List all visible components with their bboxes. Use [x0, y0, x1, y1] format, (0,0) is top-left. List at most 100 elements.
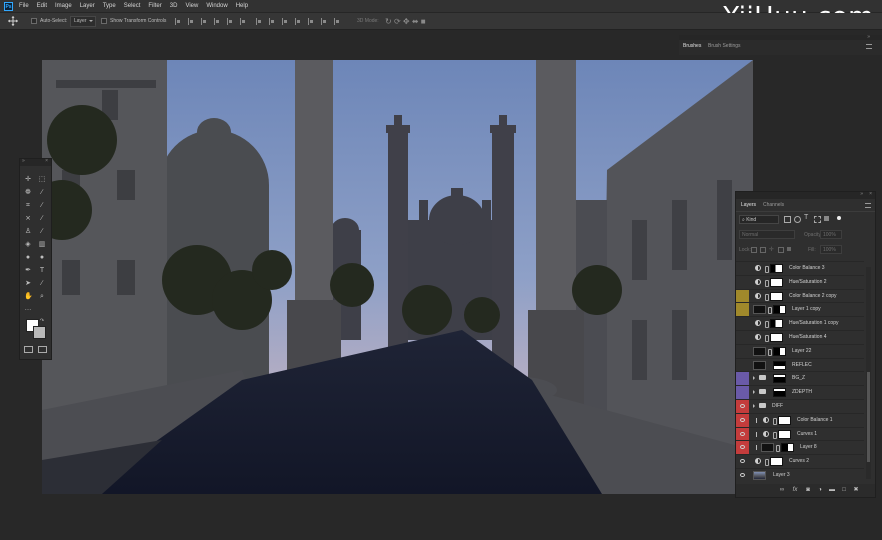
more-tools-icon[interactable]: …	[24, 305, 32, 313]
gradient-tool-icon[interactable]: ▥	[38, 241, 46, 249]
align-middle-icon[interactable]	[188, 17, 195, 25]
layer-name[interactable]: Hue/Saturation 4	[789, 334, 827, 340]
align-bottom-icon[interactable]	[201, 17, 208, 25]
layers-scrollbar-thumb[interactable]	[867, 372, 870, 462]
panel-menu-icon[interactable]	[866, 44, 872, 49]
lock-all-icon[interactable]	[787, 247, 791, 251]
layer-row[interactable]: Curves 2	[736, 454, 864, 468]
layer-mask-thumbnail[interactable]	[781, 443, 794, 453]
move-tool-icon[interactable]: ✛	[24, 176, 32, 184]
filter-shape-icon[interactable]	[814, 216, 821, 223]
menu-filter[interactable]: Filter	[148, 3, 161, 9]
visibility-eye-icon[interactable]	[740, 473, 745, 477]
layer-mask-thumbnail[interactable]	[778, 429, 791, 439]
layer-row[interactable]: Layer 1 copy	[736, 302, 864, 317]
visibility-toggle[interactable]	[739, 264, 747, 273]
screen-mode-icon[interactable]	[38, 346, 47, 353]
link-icon[interactable]	[765, 321, 769, 329]
trash-icon[interactable]: ✖	[853, 487, 859, 493]
layer-name[interactable]: ZDEPTH	[792, 389, 812, 395]
layer-mask-thumbnail[interactable]	[770, 264, 783, 273]
auto-select-checkbox[interactable]	[31, 18, 37, 24]
tab-brushes[interactable]: Brushes	[683, 43, 701, 49]
adjustment-layer-icon[interactable]	[755, 278, 761, 285]
new-layer-icon[interactable]: □	[841, 487, 847, 493]
layer-thumbnail[interactable]	[761, 443, 774, 453]
link-icon[interactable]	[768, 348, 772, 356]
layer-thumbnail[interactable]	[753, 305, 766, 315]
adjustment-layer-icon[interactable]	[755, 334, 761, 340]
layer-mask-thumbnail[interactable]	[770, 457, 783, 467]
visibility-eye-icon[interactable]	[740, 417, 745, 422]
background-color-swatch[interactable]	[33, 326, 46, 339]
marquee-tool-icon[interactable]: ⬚	[38, 176, 46, 184]
blur-tool-icon[interactable]: ●	[24, 254, 32, 262]
menu-window[interactable]: Window	[206, 3, 227, 9]
visibility-eye-icon[interactable]	[740, 431, 745, 436]
eyedropper-tool-icon[interactable]: ∕	[38, 202, 46, 210]
lock-pixels-icon[interactable]	[760, 247, 766, 253]
visibility-toggle[interactable]	[739, 278, 747, 287]
hand-tool-icon[interactable]: ✋	[24, 293, 33, 301]
layer-row[interactable]: BG_Z	[736, 371, 864, 386]
link-icon[interactable]: ∞	[779, 487, 785, 493]
link-icon[interactable]	[768, 307, 772, 315]
tools-panel-header[interactable]: » ×	[20, 158, 51, 166]
clone-stamp-tool-icon[interactable]: ♙	[24, 228, 32, 236]
layer-mask-thumbnail[interactable]	[770, 333, 783, 342]
layer-row[interactable]: Color Balance 2 copy	[736, 288, 864, 303]
distribute-left-icon[interactable]	[295, 17, 302, 25]
link-icon[interactable]	[773, 431, 777, 439]
history-brush-tool-icon[interactable]: ∕	[38, 228, 46, 236]
link-icon[interactable]	[776, 445, 780, 453]
visibility-eye-icon[interactable]	[740, 459, 745, 464]
adjustment-layer-icon[interactable]	[755, 292, 761, 299]
link-icon[interactable]	[773, 417, 777, 425]
link-icon[interactable]	[765, 459, 769, 467]
expand-arrow-icon[interactable]	[753, 376, 757, 381]
collapse-arrows-icon[interactable]: »	[860, 191, 863, 197]
layer-filter-dropdown[interactable]: ⌕ Kind	[739, 215, 779, 224]
layer-name[interactable]: Curves 1	[797, 431, 817, 437]
layer-row[interactable]: Color Balance 1	[736, 412, 864, 427]
layers-panel-header[interactable]: » ×	[736, 191, 875, 199]
blend-mode-dropdown[interactable]: Normal	[739, 230, 795, 239]
mask-icon[interactable]: ◙	[805, 487, 811, 493]
3d-scale-icon[interactable]: ■	[421, 17, 426, 26]
distribute-top-icon[interactable]	[256, 17, 263, 25]
layer-thumbnail[interactable]	[753, 346, 766, 356]
adjustment-icon[interactable]: ◑	[817, 487, 823, 493]
filter-pixel-icon[interactable]	[784, 216, 791, 223]
layer-name[interactable]: Hue/Saturation 1 copy	[789, 320, 838, 326]
visibility-toggle[interactable]	[739, 347, 747, 356]
auto-select-option[interactable]: Auto-Select:	[31, 16, 67, 26]
visibility-toggle[interactable]	[739, 292, 747, 301]
visibility-toggle[interactable]	[739, 374, 747, 383]
link-icon[interactable]	[765, 335, 769, 342]
lasso-tool-icon[interactable]: ❁	[24, 189, 32, 197]
layer-mask-thumbnail[interactable]	[770, 291, 783, 301]
type-tool-icon[interactable]: T	[38, 267, 46, 275]
tab-channels[interactable]: Channels	[763, 202, 784, 208]
fx-icon[interactable]: fx	[792, 487, 798, 493]
layer-name[interactable]: DIFF	[772, 403, 783, 409]
menu-3d[interactable]: 3D	[170, 3, 178, 9]
layer-name[interactable]: REFLEC	[792, 362, 812, 368]
visibility-toggle[interactable]	[739, 388, 747, 397]
menu-help[interactable]: Help	[236, 3, 248, 9]
layer-thumbnail[interactable]	[753, 360, 766, 370]
layer-name[interactable]: Layer 1 copy	[792, 306, 821, 312]
zoom-tool-icon[interactable]: ⌕	[38, 293, 46, 301]
group-icon[interactable]: ▬	[829, 487, 835, 493]
lock-artboard-icon[interactable]	[778, 247, 784, 253]
align-top-icon[interactable]	[175, 17, 182, 25]
layer-row[interactable]: DIFF	[736, 399, 864, 413]
layer-thumbnail[interactable]	[753, 471, 766, 480]
quick-select-tool-icon[interactable]: ∕	[38, 189, 46, 197]
menu-type[interactable]: Type	[103, 3, 116, 9]
menu-select[interactable]: Select	[124, 3, 141, 9]
adjustment-layer-icon[interactable]	[755, 458, 761, 465]
lock-position-icon[interactable]: ✛	[769, 246, 774, 253]
menu-layer[interactable]: Layer	[80, 3, 95, 9]
layer-name[interactable]: Layer 22	[792, 348, 811, 354]
